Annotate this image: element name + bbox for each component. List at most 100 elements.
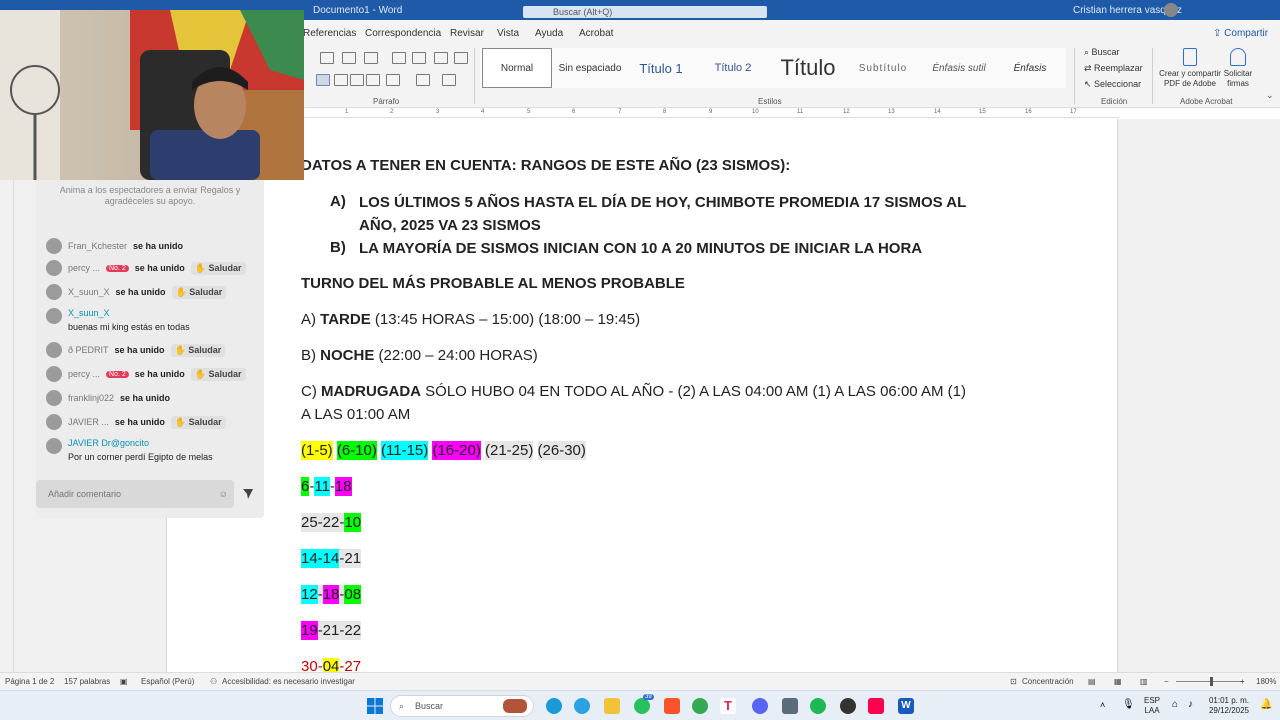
chrome-icon[interactable]	[692, 698, 708, 714]
zoom-level[interactable]: 180%	[1256, 677, 1276, 686]
borders-icon[interactable]	[442, 74, 456, 86]
increase-indent-icon[interactable]	[412, 52, 426, 64]
edge-icon[interactable]	[546, 698, 562, 714]
style-subtle-emphasis[interactable]: Énfasis sutil	[922, 48, 996, 88]
turno-a[interactable]: A) TARDE (13:45 HORAS – 15:00) (18:00 – …	[301, 311, 640, 328]
network-icon[interactable]: ⌂	[1172, 699, 1178, 710]
chevron-up-icon[interactable]: ˄	[1100, 700, 1105, 710]
page-count[interactable]: Página 1 de 2	[5, 677, 54, 686]
greet-button[interactable]: ✋ Saludar	[170, 415, 226, 429]
telegram-icon[interactable]	[574, 698, 590, 714]
whatsapp-icon[interactable]	[634, 698, 650, 714]
sort-icon[interactable]	[434, 52, 448, 64]
microphone-icon[interactable]: 🎙	[1122, 699, 1135, 710]
emoji-icon[interactable]: ☺	[219, 480, 228, 508]
sequence-6[interactable]: 30-04-27	[301, 658, 361, 672]
greet-button[interactable]: ✋ Saludar	[190, 261, 246, 275]
style-heading-1[interactable]: Título 1	[628, 48, 694, 88]
doc-heading[interactable]: DATOS A TENER EN CUENTA: RANGOS DE ESTE …	[301, 157, 790, 174]
greet-button[interactable]: ✋ Saludar	[170, 343, 226, 357]
greet-button[interactable]: ✋ Saludar	[190, 367, 246, 381]
collapse-ribbon-icon[interactable]: ⌄	[1266, 90, 1274, 101]
replace-button[interactable]: ⇄ Reemplazar	[1084, 63, 1143, 74]
avatar[interactable]	[1164, 3, 1178, 17]
style-subtitle[interactable]: Subtítulo	[848, 48, 918, 88]
turno-c-continued[interactable]: A LAS 01:00 AM	[301, 406, 410, 423]
word-icon[interactable]: W	[898, 698, 914, 714]
list-item-b[interactable]: LA MAYORÍA DE SISMOS INICIAN CON 10 A 20…	[359, 237, 922, 260]
tab-references[interactable]: Referencias	[303, 28, 356, 39]
comment-input[interactable]: Añadir comentario ☺	[36, 480, 234, 508]
create-pdf-button[interactable]: Crear y compartir PDF de Adobe	[1158, 48, 1222, 89]
sequence-5[interactable]: 19-21-22	[301, 621, 362, 640]
sequence-1[interactable]: 6-11-18	[301, 477, 352, 496]
horizontal-ruler[interactable]: 1 2 3 4 5 6 7 8 9 10 11 12 13 14 15 16 1…	[300, 109, 1120, 118]
clock[interactable]: 01:01 p. m. 29/12/2025	[1204, 696, 1254, 716]
language-indicator[interactable]: ESP LAA	[1140, 696, 1164, 716]
search-input[interactable]: Buscar (Alt+Q)	[523, 6, 767, 18]
accessibility-status[interactable]: Accesibilidad: es necesario investigar	[222, 677, 355, 686]
notification-bell-icon[interactable]: 🔔	[1260, 699, 1272, 710]
ranges-line[interactable]: (1-5) (6-10) (11-15) (16-20) (21-25) (26…	[301, 441, 586, 460]
style-normal[interactable]: Normal	[482, 48, 552, 88]
select-button[interactable]: ↖ Seleccionar	[1084, 79, 1141, 90]
taskbar-search[interactable]: ⌕ Buscar	[390, 695, 534, 717]
multilevel-list-icon[interactable]	[364, 52, 378, 64]
zoom-in-icon[interactable]: +	[1240, 677, 1245, 686]
style-no-spacing[interactable]: Sin espaciado	[556, 48, 624, 88]
style-heading-2[interactable]: Título 2	[698, 48, 768, 88]
find-button[interactable]: ⌕ Buscar	[1084, 47, 1120, 58]
print-layout-icon[interactable]: ▦	[1114, 677, 1122, 686]
line-spacing-icon[interactable]	[386, 74, 400, 86]
sequence-4[interactable]: 12-18-08	[301, 585, 362, 604]
send-icon[interactable]	[242, 488, 254, 500]
language-status[interactable]: Español (Perú)	[141, 677, 194, 686]
decrease-indent-icon[interactable]	[392, 52, 406, 64]
tab-help[interactable]: Ayuda	[535, 28, 563, 39]
tab-view[interactable]: Vista	[497, 28, 519, 39]
windows-start-icon[interactable]	[367, 698, 383, 714]
numbering-icon[interactable]	[342, 52, 356, 64]
align-center-icon[interactable]	[334, 74, 348, 86]
tab-mailings[interactable]: Correspondencia	[365, 28, 441, 39]
sequence-2[interactable]: 25-22-10	[301, 513, 362, 532]
sequence-3[interactable]: 14-14-21	[301, 549, 362, 568]
turno-c[interactable]: C) MADRUGADA SÓLO HUBO 04 EN TODO AL AÑO…	[301, 383, 966, 400]
bullets-icon[interactable]	[320, 52, 334, 64]
web-layout-icon[interactable]: ▥	[1140, 677, 1148, 686]
volume-icon[interactable]: ♪	[1188, 699, 1193, 710]
tab-review[interactable]: Revisar	[450, 28, 484, 39]
zoom-out-icon[interactable]: −	[1164, 677, 1169, 686]
show-marks-icon[interactable]	[454, 52, 468, 64]
tab-acrobat[interactable]: Acrobat	[579, 28, 613, 39]
calculator-icon[interactable]	[782, 698, 798, 714]
align-right-icon[interactable]	[350, 74, 364, 86]
list-item-a[interactable]: LOS ÚLTIMOS 5 AÑOS HASTA EL DÍA DE HOY, …	[359, 191, 989, 237]
share-button[interactable]: ⇪ Compartir	[1213, 28, 1268, 39]
turno-b[interactable]: B) NOCHE (22:00 – 24:00 HORAS)	[301, 347, 538, 364]
search-highlight-icon	[503, 699, 527, 713]
brave-icon[interactable]	[664, 698, 680, 714]
justify-icon[interactable]	[366, 74, 380, 86]
read-mode-icon[interactable]: ▤	[1088, 677, 1096, 686]
typora-icon[interactable]: T	[720, 698, 736, 714]
vertical-ruler[interactable]	[0, 110, 14, 672]
webcam-overlay	[0, 10, 304, 180]
discord-icon[interactable]	[752, 698, 768, 714]
file-explorer-icon[interactable]	[604, 698, 620, 714]
obs-icon[interactable]	[840, 698, 856, 714]
rank-badge: No. 2	[106, 370, 129, 378]
focus-mode[interactable]: Concentración	[1022, 677, 1074, 686]
shading-icon[interactable]	[416, 74, 430, 86]
spotify-icon[interactable]	[810, 698, 826, 714]
style-emphasis[interactable]: Énfasis	[998, 48, 1062, 88]
align-left-icon[interactable]	[316, 74, 330, 86]
style-title[interactable]: Título	[772, 48, 844, 88]
greet-button[interactable]: ✋ Saludar	[171, 285, 227, 299]
word-count[interactable]: 157 palabras	[64, 677, 110, 686]
zoom-slider-thumb[interactable]	[1210, 677, 1213, 686]
proofing-icon[interactable]: ▣	[120, 677, 128, 686]
tiktok-icon[interactable]	[868, 698, 884, 714]
turno-heading[interactable]: TURNO DEL MÁS PROBABLE AL MENOS PROBABLE	[301, 275, 685, 292]
request-signatures-button[interactable]: Solicitar firmas	[1222, 48, 1254, 89]
